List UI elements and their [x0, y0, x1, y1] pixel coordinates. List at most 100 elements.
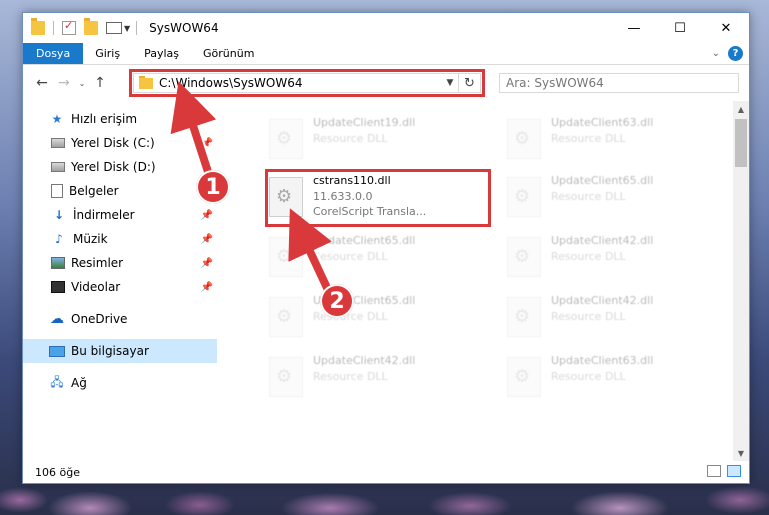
file-type: Resource DLL	[551, 132, 626, 145]
file-name: UpdateClient42.dll	[551, 234, 654, 247]
sidebar-item-label: Bu bilgisayar	[71, 344, 149, 358]
vertical-scrollbar[interactable]: ▲ ▼	[733, 101, 749, 461]
file-type: Resource DLL	[313, 132, 388, 145]
divider	[53, 21, 54, 35]
search-input[interactable]	[506, 76, 738, 90]
file-name: UpdateClient19.dll	[313, 116, 416, 129]
list-item[interactable]: UpdateClient42.dll Resource DLL	[507, 291, 737, 347]
file-name: UpdateClient42.dll	[551, 294, 654, 307]
close-button[interactable]: ✕	[703, 13, 749, 43]
step-badge-2: 2	[320, 284, 354, 318]
tab-share[interactable]: Paylaş	[132, 43, 191, 64]
network-icon: 🖧	[50, 374, 64, 389]
music-note-icon: ♪	[55, 232, 63, 246]
dll-file-icon	[507, 119, 541, 159]
sidebar-item-downloads[interactable]: ↓ İndirmeler 📌	[23, 203, 217, 227]
forward-button[interactable]: →	[53, 72, 75, 94]
file-name: UpdateClient65.dll	[551, 174, 654, 187]
list-item[interactable]: UpdateClient19.dll Resource DLL	[269, 113, 499, 169]
search-box[interactable]	[499, 73, 739, 93]
list-item[interactable]: UpdateClient65.dllResource DLL	[269, 291, 499, 347]
divider	[136, 21, 138, 35]
dll-file-icon	[507, 177, 541, 217]
expand-ribbon-icon[interactable]: ⌄	[712, 48, 720, 59]
minimize-button[interactable]: —	[611, 13, 657, 43]
video-icon	[51, 281, 65, 293]
title-bar: ▼ SysWOW64 — ☐ ✕	[23, 13, 749, 43]
maximize-button[interactable]: ☐	[657, 13, 703, 43]
step-badge-1: 1	[196, 170, 230, 204]
dll-file-icon	[269, 297, 303, 337]
main-area: ★ Hızlı erişim Yerel Disk (C:) 📌 Yerel D…	[23, 101, 749, 461]
list-item[interactable]: UpdateClient65.dllResource DLL	[269, 231, 499, 287]
dll-file-icon	[507, 237, 541, 277]
pin-icon[interactable]: 📌	[201, 258, 213, 269]
sidebar-item-label: Yerel Disk (C:)	[71, 136, 155, 150]
sidebar-item-network[interactable]: 🖧 Ağ	[23, 371, 217, 395]
sidebar-item-music[interactable]: ♪ Müzik 📌	[23, 227, 217, 251]
large-icons-view-icon[interactable]	[727, 465, 741, 477]
sidebar-item-label: Belgeler	[69, 184, 119, 198]
ribbon-tabs: Dosya Giriş Paylaş Görünüm ⌄ ?	[23, 43, 749, 65]
list-item[interactable]: UpdateClient65.dllResource DLL	[507, 171, 737, 227]
scroll-up-icon[interactable]: ▲	[733, 101, 749, 117]
scroll-down-icon[interactable]: ▼	[733, 445, 749, 461]
dll-file-icon	[269, 237, 303, 277]
pictures-icon	[51, 257, 65, 269]
recent-locations-button[interactable]: ⌄	[75, 72, 89, 94]
pin-icon[interactable]: 📌	[201, 234, 213, 245]
star-icon: ★	[51, 112, 63, 126]
list-item[interactable]: UpdateClient42.dll Resource DLL	[507, 231, 737, 287]
dll-file-icon	[507, 297, 541, 337]
sidebar-item-local-disk-c[interactable]: Yerel Disk (C:) 📌	[23, 131, 217, 155]
file-type: Resource DLL	[313, 370, 388, 383]
list-item[interactable]: UpdateClient63.dll Resource DLL	[507, 113, 737, 169]
dll-file-icon	[507, 357, 541, 397]
item-count: 106 öğe	[35, 465, 80, 479]
properties-check-icon[interactable]	[62, 19, 76, 35]
quick-access-dropdown-icon[interactable]: ▼	[124, 24, 130, 33]
sidebar-item-label: Müzik	[73, 232, 108, 246]
list-item[interactable]: UpdateClient63.dll Resource DLL	[507, 351, 737, 407]
sidebar-item-videos[interactable]: Videolar 📌	[23, 275, 217, 299]
sidebar-item-local-disk-d[interactable]: Yerel Disk (D:)	[23, 155, 217, 179]
file-name: UpdateClient65.dll	[313, 234, 416, 247]
pin-icon[interactable]: 📌	[201, 138, 213, 149]
help-icon[interactable]: ?	[728, 46, 743, 61]
list-item[interactable]: UpdateClient42.dll Resource DLL	[269, 351, 499, 407]
file-name: UpdateClient42.dll	[313, 354, 416, 367]
download-arrow-icon: ↓	[53, 208, 65, 222]
sidebar-item-pictures[interactable]: Resimler 📌	[23, 251, 217, 275]
tab-home[interactable]: Giriş	[83, 43, 132, 64]
new-folder-icon[interactable]	[84, 18, 98, 35]
window-controls: — ☐ ✕	[611, 13, 749, 43]
drive-icon	[51, 138, 65, 148]
tab-view[interactable]: Görünüm	[191, 43, 266, 64]
details-view-icon[interactable]	[707, 465, 721, 477]
sidebar-item-label: Yerel Disk (D:)	[71, 160, 156, 174]
file-name: UpdateClient63.dll	[551, 354, 654, 367]
view-options-icon[interactable]	[106, 22, 122, 34]
status-bar: 106 öğe	[23, 461, 749, 483]
window-title: SysWOW64	[149, 21, 219, 35]
sidebar-item-quick-access[interactable]: ★ Hızlı erişim	[23, 107, 217, 131]
back-button[interactable]: ←	[31, 72, 53, 94]
sidebar-item-documents[interactable]: Belgeler	[23, 179, 217, 203]
file-type: Resource DLL	[551, 250, 626, 263]
dll-file-icon	[269, 357, 303, 397]
sidebar-item-label: Resimler	[71, 256, 124, 270]
file-type: Resource DLL	[551, 370, 626, 383]
sidebar-item-label: İndirmeler	[73, 208, 135, 222]
up-button[interactable]: ↑	[89, 72, 111, 94]
sidebar-item-label: Hızlı erişim	[71, 112, 138, 126]
pin-icon[interactable]: 📌	[201, 210, 213, 221]
sidebar-item-onedrive[interactable]: ☁ OneDrive	[23, 307, 217, 331]
scrollbar-thumb[interactable]	[735, 119, 747, 167]
tab-file[interactable]: Dosya	[23, 43, 84, 64]
file-type: Resource DLL	[551, 310, 626, 323]
sidebar-item-this-pc[interactable]: Bu bilgisayar	[23, 339, 217, 363]
document-icon	[51, 184, 63, 198]
pin-icon[interactable]: 📌	[201, 282, 213, 293]
